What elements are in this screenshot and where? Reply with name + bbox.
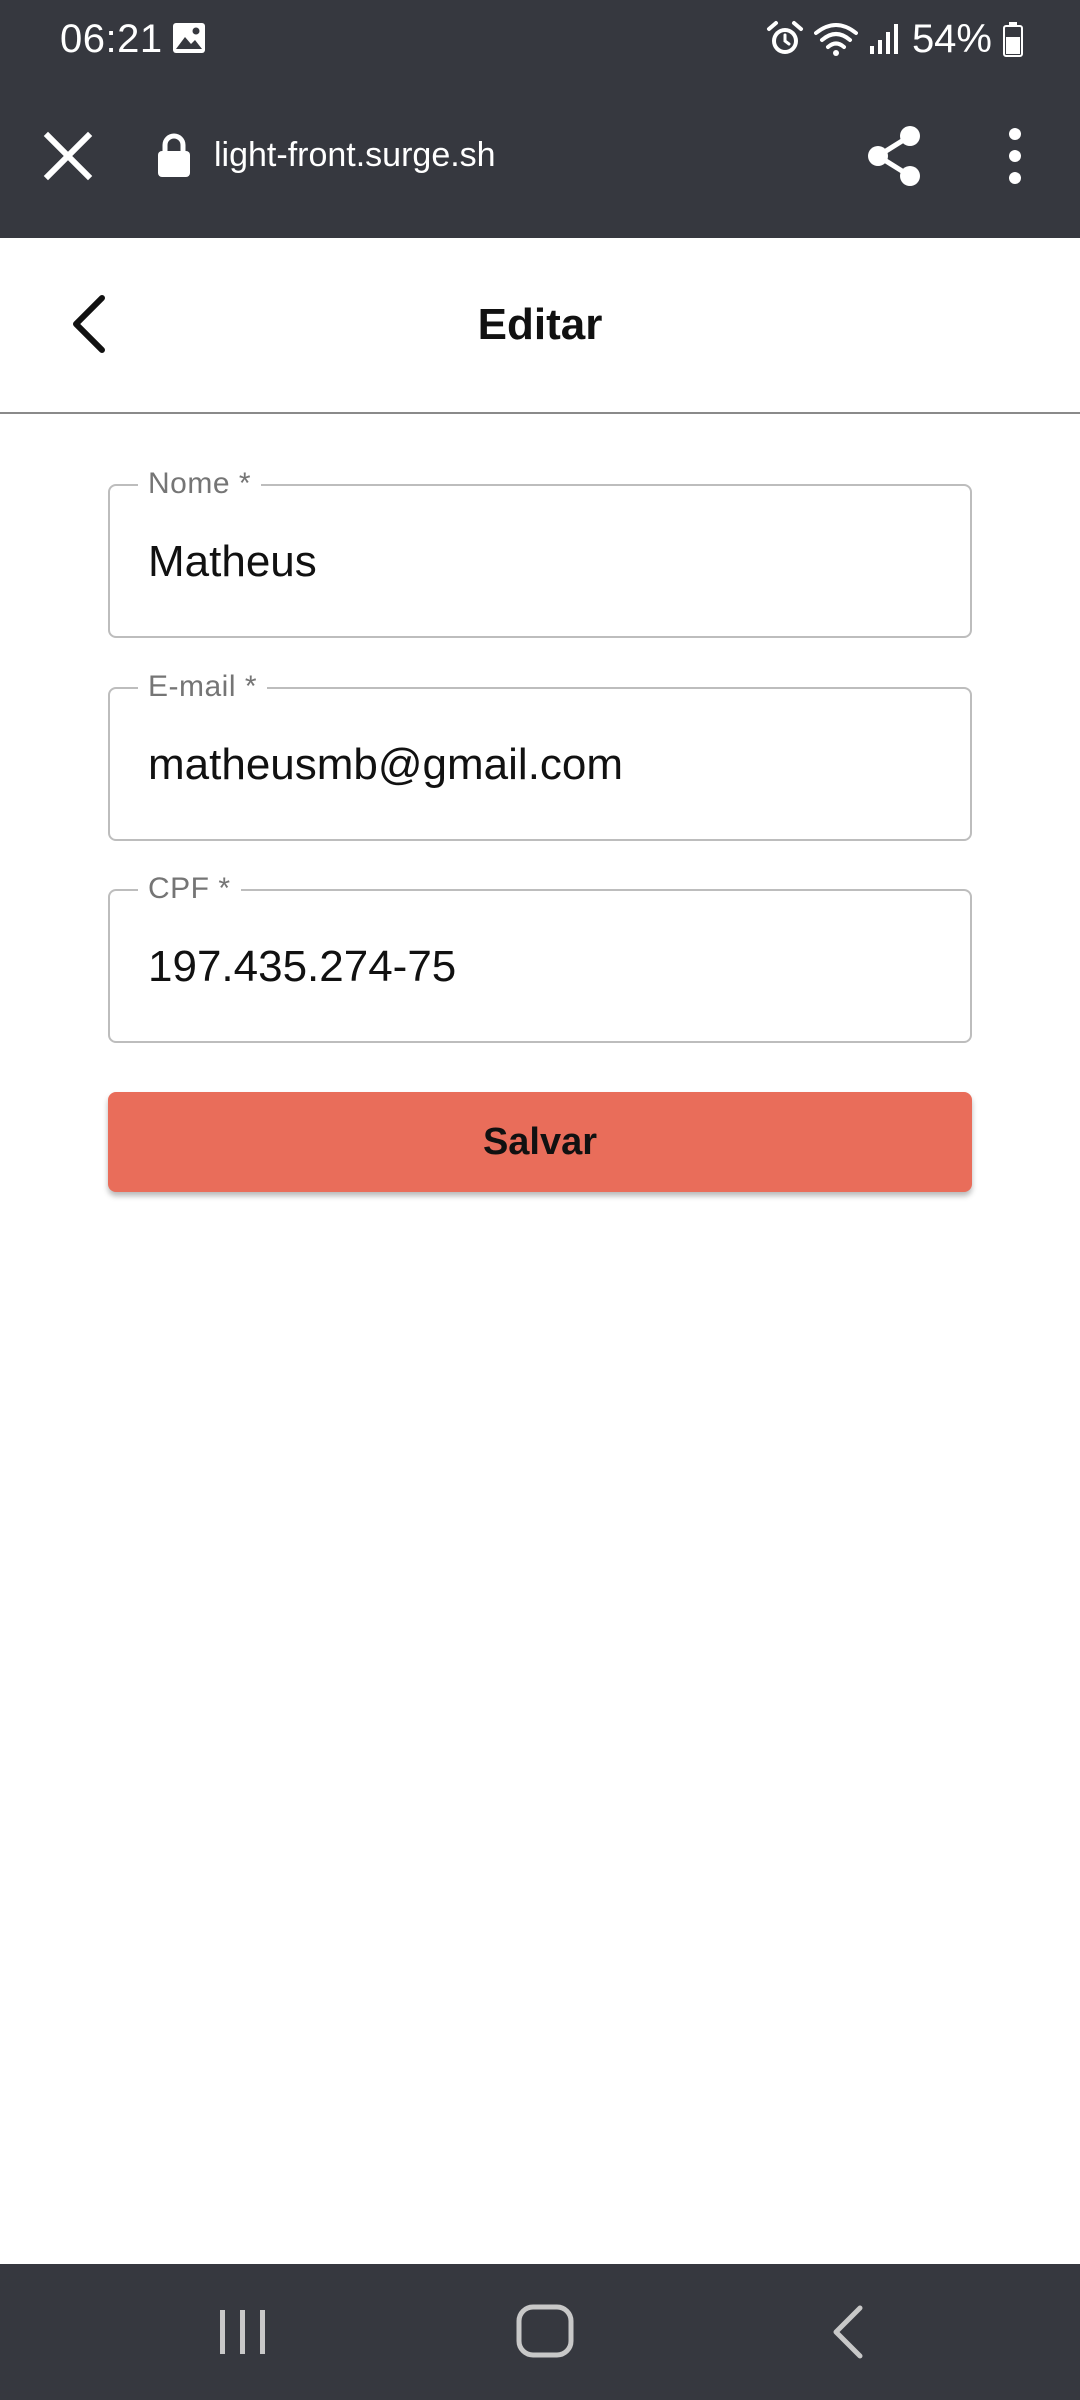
name-field-label: Nome * (138, 462, 262, 506)
recents-icon[interactable] (216, 2304, 270, 2360)
email-field[interactable]: E-mail * (108, 665, 972, 841)
cpf-field[interactable]: CPF * (108, 867, 972, 1043)
cpf-field-label: CPF * (138, 867, 241, 911)
email-field-label: E-mail * (138, 665, 268, 709)
screen: 06:21 54% light-front.surge.sh Editar No… (0, 0, 1080, 2400)
wifi-icon (813, 23, 858, 56)
url-text[interactable]: light-front.surge.sh (214, 132, 496, 178)
browser-toolbar: light-front.surge.sh (0, 80, 1080, 238)
app-header: Editar (0, 238, 1080, 414)
share-icon[interactable] (862, 122, 926, 190)
status-bar: 06:21 54% (0, 0, 1080, 80)
more-vert-icon[interactable] (994, 122, 1036, 190)
home-icon[interactable] (514, 2300, 576, 2362)
close-icon[interactable] (36, 124, 100, 188)
email-input[interactable] (148, 733, 938, 797)
battery-percent: 54% (911, 17, 992, 61)
name-input[interactable] (148, 530, 938, 594)
cpf-input[interactable] (148, 935, 938, 999)
status-icons: 54% (766, 14, 1024, 64)
back-icon[interactable] (824, 2302, 872, 2362)
system-nav-bar (0, 2264, 1080, 2400)
save-button[interactable]: Salvar (108, 1092, 972, 1192)
gallery-icon (173, 23, 205, 53)
alarm-icon (766, 21, 803, 54)
lock-icon (158, 133, 190, 177)
name-field[interactable]: Nome * (108, 462, 972, 638)
battery-icon (1003, 22, 1023, 57)
status-time: 06:21 (60, 17, 163, 61)
signal-icon (869, 24, 898, 54)
page-title: Editar (477, 300, 603, 349)
